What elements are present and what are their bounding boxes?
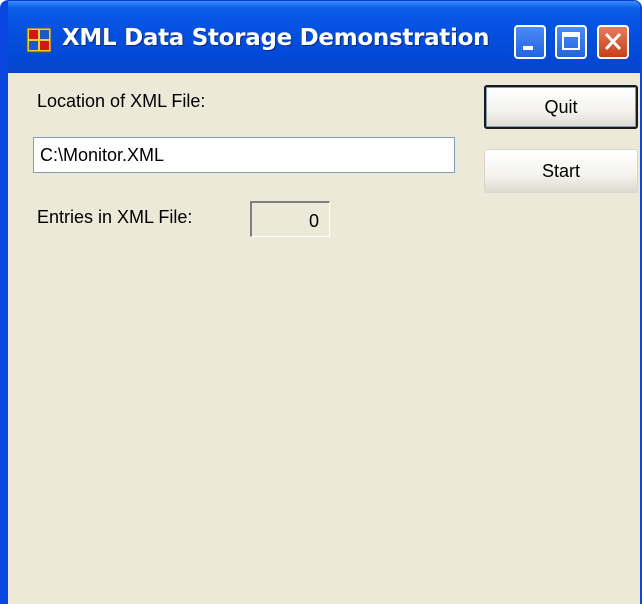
title-bar[interactable]: XML Data Storage Demonstration	[8, 1, 640, 73]
maximize-icon	[562, 32, 580, 50]
entries-count-display: 0	[250, 201, 330, 237]
xml-file-path-input[interactable]	[33, 137, 455, 173]
minimize-icon	[523, 46, 533, 50]
client-area: Location of XML File: Entries in XML Fil…	[8, 73, 640, 604]
window-title: XML Data Storage Demonstration	[62, 25, 490, 51]
quit-button[interactable]: Quit	[484, 85, 638, 129]
maximize-button[interactable]	[555, 25, 587, 59]
app-icon	[26, 27, 52, 53]
location-label: Location of XML File:	[37, 91, 206, 111]
entries-label: Entries in XML File:	[37, 207, 193, 227]
close-button[interactable]	[597, 25, 629, 59]
close-icon	[604, 32, 622, 51]
app-window: XML Data Storage Demonstration Location …	[0, 0, 642, 604]
minimize-button[interactable]	[514, 25, 546, 59]
start-button[interactable]: Start	[484, 149, 638, 193]
